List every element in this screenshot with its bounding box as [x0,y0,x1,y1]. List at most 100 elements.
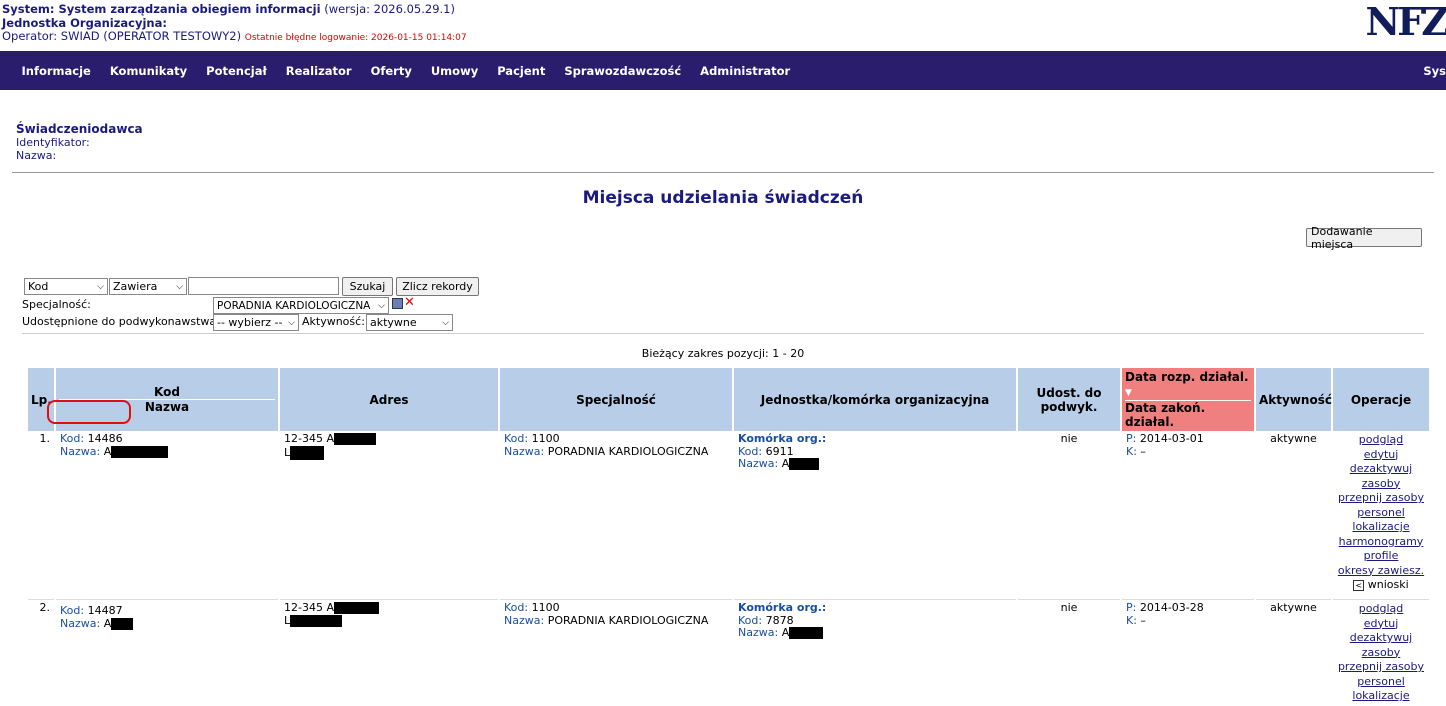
spec-kod: 1100 [531,432,560,445]
list-icon[interactable] [392,298,403,309]
search-button[interactable]: Szukaj [342,277,393,296]
version-label: (wersja: 2026.05.29.1) [324,2,455,16]
op-przepnij-zasoby[interactable]: przepnij zasoby [1337,491,1425,506]
specialty-label: Specjalność: [22,298,91,311]
divider [22,333,1424,334]
op-personel[interactable]: personel [1337,675,1425,690]
p-label: P: [1126,601,1137,614]
row-kod-nazwa: Kod: 14487 Nazwa: A [56,599,278,706]
unit-label: Jednostka Organizacyjna: [2,15,167,30]
search-input[interactable] [188,277,339,295]
collapse-icon[interactable]: < [1353,580,1365,591]
menu-item-system[interactable]: Sys [1423,64,1446,78]
system-label: System: System zarządzania obiegiem info… [2,2,321,16]
menu-item-realizator[interactable]: Realizator [276,64,361,78]
clear-icon[interactable]: ✕ [404,295,415,310]
op-profile[interactable]: profile [1337,549,1425,564]
menu-item-pacjent[interactable]: Pacjent [488,64,555,78]
menu-item-potencjal[interactable]: Potencjał [197,64,277,78]
op-wnioski[interactable]: wnioski [1368,578,1409,591]
kod-label: Kod: [60,432,85,445]
redaction-bar [789,627,824,639]
kod-label: Kod: [504,432,529,445]
redaction-bar [333,602,379,614]
row-lp: 1. [39,432,51,445]
provider-info: Świadczeniodawca Identyfikator: Nazwa: [16,123,143,163]
kod-value: 14487 [87,604,123,617]
menu-item-umowy[interactable]: Umowy [421,64,487,78]
chevron-down-icon: ⌵ [288,317,295,328]
k-label: K: [1126,613,1137,627]
row-operacje: podgląd edytuj dezaktywuj zasoby przepni… [1333,431,1429,599]
add-location-button[interactable]: Dodawanie miejsca [1306,225,1422,251]
op-zasoby[interactable]: zasoby [1337,477,1425,492]
col-data-start[interactable]: Data rozp. działal. ▼ [1125,370,1251,400]
unit-nazwa: A [781,457,790,470]
p-label: P: [1126,432,1137,445]
date-end: – [1140,613,1146,627]
date-start: 2014-03-01 [1139,432,1204,445]
op-dezaktywuj[interactable]: dezaktywuj [1337,631,1425,646]
col-jednostka[interactable]: Jednostka/komórka organizacyjna [734,368,1016,431]
activity-select-value: aktywne [370,316,417,329]
op-zasoby[interactable]: zasoby [1337,646,1425,661]
highlight-annotation [47,400,131,424]
chevron-down-icon: ⌵ [97,281,104,292]
menu-item-oferty[interactable]: Oferty [361,64,421,78]
kod-label: Kod: [738,613,763,627]
op-podglad[interactable]: podgląd [1337,433,1425,448]
op-lokalizacje[interactable]: lokalizacje [1337,520,1425,535]
op-wnioski-row[interactable]: < wnioski [1337,578,1425,593]
nazwa-label: Nazwa: [738,457,779,470]
col-data[interactable]: Data rozp. działal. ▼ Data zakoń. działa… [1122,368,1254,431]
count-records-button[interactable]: Zlicz rekordy [396,277,479,296]
col-adres[interactable]: Adres [280,368,498,431]
subcontract-label: Udostępnione do podwykonawstwa: [22,315,220,328]
col-udost[interactable]: Udost. do podwyk. [1018,368,1120,431]
kod-label: Kod: [504,601,529,614]
col-kod[interactable]: Kod [59,385,275,399]
date-start: 2014-03-28 [1139,601,1204,614]
operator-select[interactable]: Zawiera ⌵ [109,278,187,295]
col-data-end[interactable]: Data zakoń. działal. [1125,400,1251,429]
row-adres: 12-345 A L [280,599,498,706]
spec-kod: 1100 [531,601,560,614]
op-edytuj[interactable]: edytuj [1337,448,1425,463]
op-okresy-zawiesz[interactable]: okresy zawiesz. [1337,564,1425,579]
op-przepnij-zasoby[interactable]: przepnij zasoby [1337,660,1425,675]
menu-item-sprawozdawczosc[interactable]: Sprawozdawczość [555,64,691,78]
col-specjalnosc[interactable]: Specjalność [500,368,732,431]
op-dezaktywuj[interactable]: dezaktywuj [1337,462,1425,477]
nazwa-label: Nazwa: [738,626,779,639]
redaction-bar [290,445,325,460]
activity-select[interactable]: aktywne ⌵ [366,314,453,331]
op-harmonogramy[interactable]: harmonogramy [1337,535,1425,550]
op-podglad[interactable]: podgląd [1337,602,1425,617]
subcontract-select-value: -- wybierz -- [217,316,283,329]
nazwa-label: Nazwa: [504,444,545,458]
op-personel[interactable]: personel [1337,506,1425,521]
specialty-select[interactable]: PORADNIA KARDIOLOGICZNA ⌵ [213,297,389,314]
field-select[interactable]: Kod ⌵ [24,278,108,295]
divider [12,172,1434,173]
col-operacje: Operacje [1333,368,1429,431]
locations-table: Lp. Kod Nazwa Adres Specjalność Jednostk… [26,368,1431,706]
chevron-down-icon: ⌵ [176,281,183,292]
row-aktywnosc: aktywne [1256,599,1331,706]
menu-item-informacje[interactable]: Informacje [12,64,100,78]
system-header: System: System zarządzania obiegiem info… [2,2,467,46]
unit-kod: 6911 [765,444,794,458]
menu-item-komunikaty[interactable]: Komunikaty [100,64,196,78]
nazwa-value: A [103,616,112,630]
col-aktywnosc[interactable]: Aktywność [1256,368,1332,431]
nazwa-label: Nazwa: [504,613,545,627]
operator-label: Operator: SWIAD (OPERATOR TESTOWY2) [2,29,242,43]
op-edytuj[interactable]: edytuj [1337,617,1425,632]
nazwa-value: A [103,444,112,458]
row-aktywnosc: aktywne [1270,432,1317,445]
menu-item-administrator[interactable]: Administrator [691,64,800,78]
op-lokalizacje[interactable]: lokalizacje [1337,689,1425,704]
subcontract-select[interactable]: -- wybierz -- ⌵ [213,314,299,331]
row-daty: P: 2014-03-01 K: – [1122,431,1254,599]
row-daty: P: 2014-03-28 K: – [1122,599,1254,706]
